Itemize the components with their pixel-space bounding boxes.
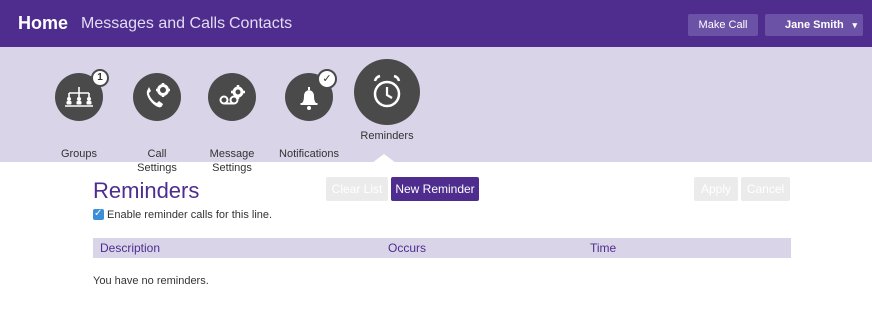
enable-reminders-checkbox[interactable] bbox=[93, 207, 104, 221]
tool-reminders-label: Reminders bbox=[360, 130, 414, 142]
tool-reminders[interactable]: Reminders bbox=[354, 59, 420, 159]
alarm-clock-icon bbox=[354, 59, 420, 125]
page-title: Reminders bbox=[93, 178, 200, 203]
reminders-table-header: Description Occurs Time bbox=[93, 238, 791, 258]
enable-reminders-row: Enable reminder calls for this line. bbox=[93, 207, 273, 222]
apply-button[interactable]: Apply bbox=[694, 177, 738, 201]
column-header-description[interactable]: Description bbox=[100, 238, 160, 258]
user-menu-dropdown[interactable]: Jane Smith ▾ bbox=[765, 14, 863, 36]
phone-gear-icon bbox=[133, 73, 181, 121]
voicemail-gear-icon bbox=[208, 73, 256, 121]
new-reminder-button[interactable]: New Reminder bbox=[391, 177, 479, 201]
groups-count-badge: 1 bbox=[91, 69, 109, 87]
top-nav-bar: Home Messages and Calls Contacts Make Ca… bbox=[0, 0, 872, 47]
nav-contacts[interactable]: Contacts bbox=[229, 0, 292, 47]
active-tab-pointer bbox=[372, 154, 396, 163]
nav-home[interactable]: Home bbox=[18, 0, 68, 47]
tool-notifications[interactable]: ✓ Notifications bbox=[279, 69, 339, 173]
cancel-button[interactable]: Cancel bbox=[741, 177, 790, 201]
user-name: Jane Smith bbox=[785, 19, 844, 31]
column-header-occurs[interactable]: Occurs bbox=[388, 238, 426, 258]
tool-call-settings[interactable]: Call Settings bbox=[133, 73, 181, 174]
clear-list-button[interactable]: Clear List bbox=[326, 177, 388, 201]
enable-reminders-label: Enable reminder calls for this line. bbox=[107, 209, 273, 221]
nav-messages-and-calls[interactable]: Messages and Calls bbox=[81, 0, 225, 47]
tool-notifications-label: Notifications bbox=[279, 148, 339, 160]
empty-list-message: You have no reminders. bbox=[93, 275, 209, 287]
column-header-time[interactable]: Time bbox=[590, 238, 616, 258]
tool-groups-label: Groups bbox=[60, 148, 98, 160]
tool-groups[interactable]: 1 Groups bbox=[55, 69, 109, 173]
chevron-down-icon: ▾ bbox=[852, 20, 857, 30]
tool-message-settings[interactable]: Message Settings bbox=[208, 73, 256, 174]
notifications-check-badge: ✓ bbox=[317, 69, 337, 89]
make-call-button[interactable]: Make Call bbox=[688, 14, 758, 36]
settings-icon-bar: 1 Groups Call Settings Message Settings … bbox=[0, 47, 872, 174]
